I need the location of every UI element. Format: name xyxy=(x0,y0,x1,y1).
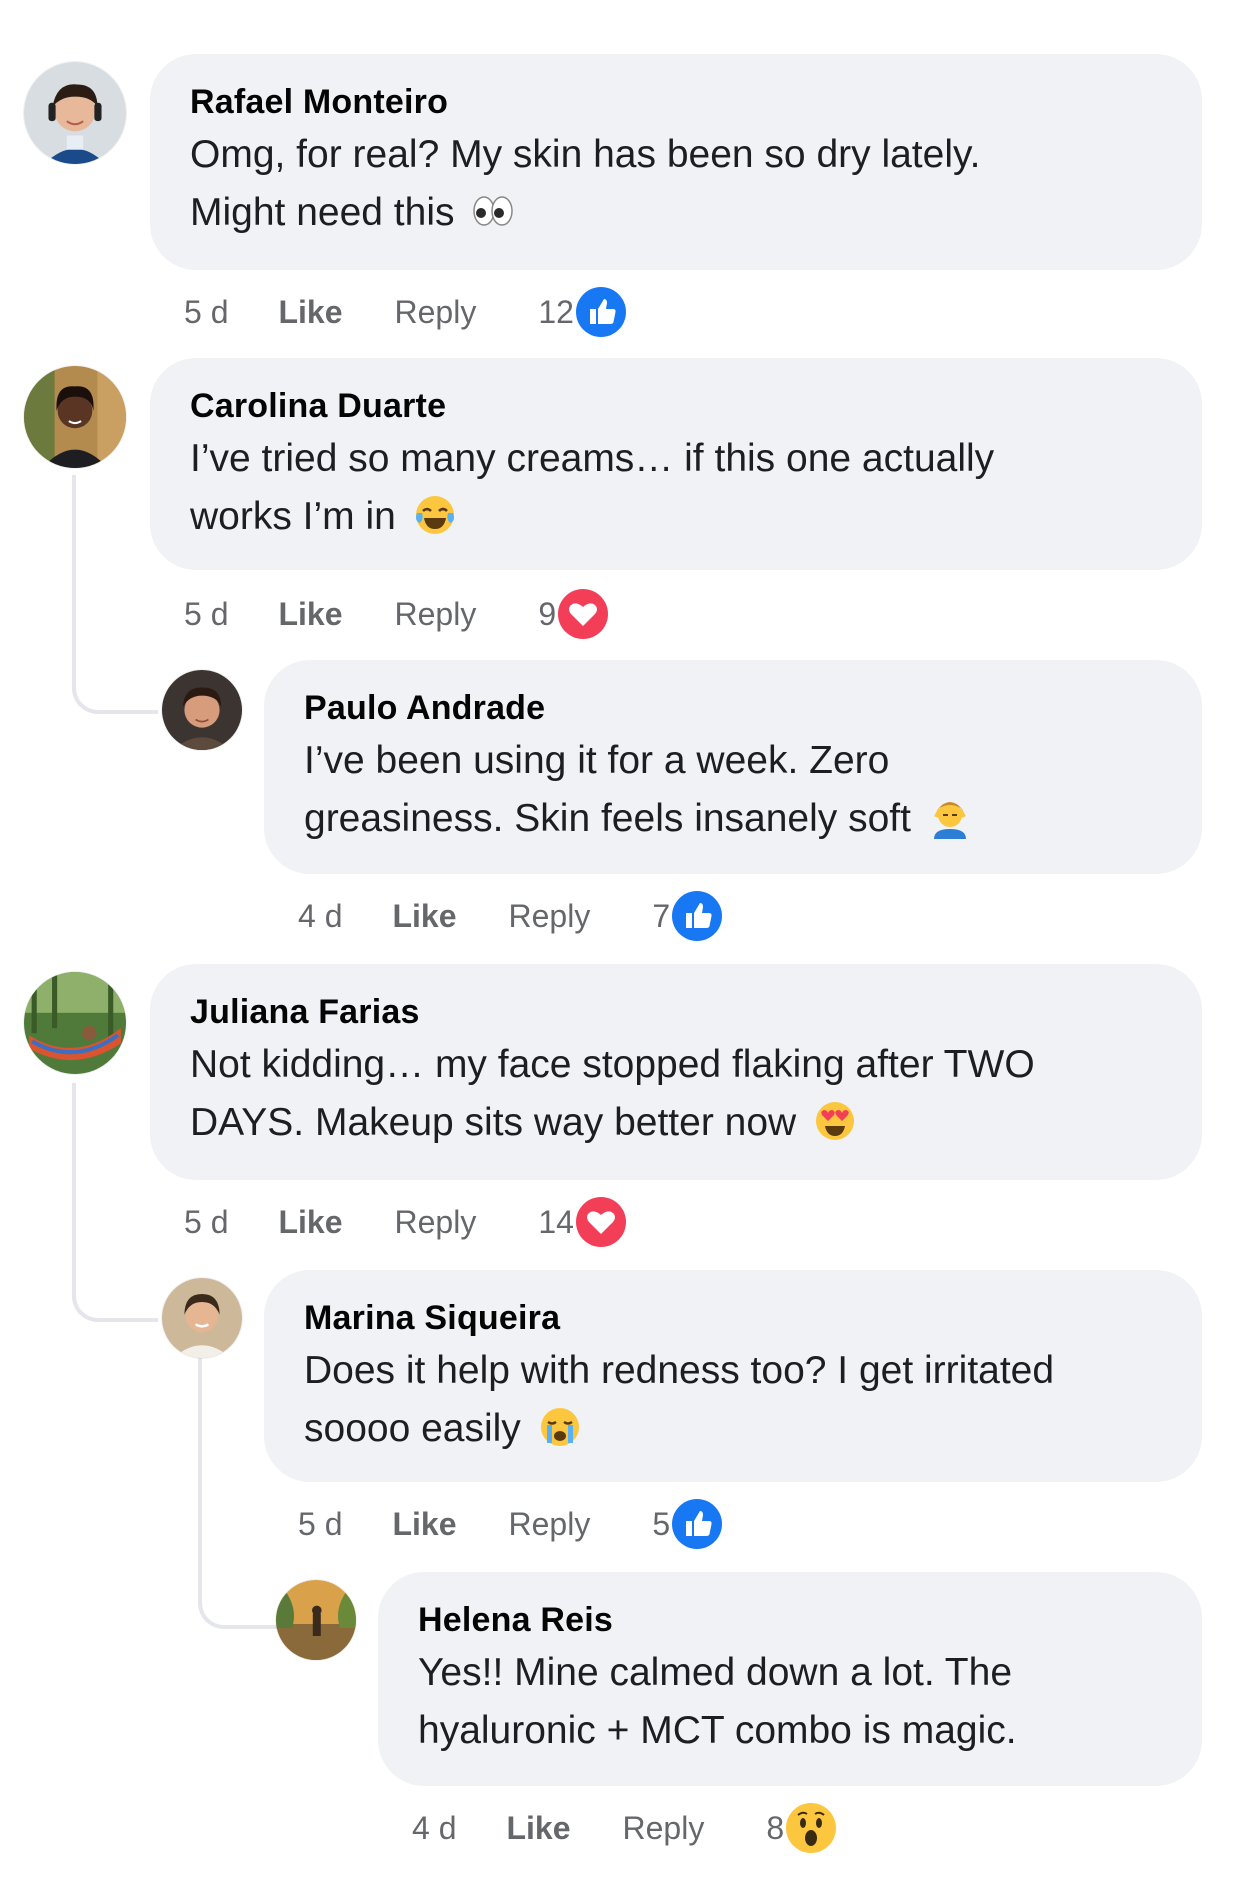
like-button[interactable]: Like xyxy=(278,294,342,331)
comment-actions: 5 d Like Reply 14 xyxy=(184,1192,626,1252)
like-reaction-icon[interactable] xyxy=(575,287,626,337)
author-name[interactable]: Marina Siqueira xyxy=(304,1298,1162,1338)
comment-text: I’ve tried so many creams… if this one a… xyxy=(190,430,1162,546)
tears-of-joy-emoji xyxy=(413,493,457,537)
like-reaction-icon[interactable] xyxy=(672,891,723,941)
author-name[interactable]: Helena Reis xyxy=(418,1600,1162,1640)
comment-text: Yes!! Mine calmed down a lot. The hyalur… xyxy=(418,1644,1162,1760)
reaction-count[interactable]: 14 xyxy=(538,1204,574,1241)
comment-bubble-rafael: Rafael Monteiro Omg, for real? My skin h… xyxy=(150,54,1202,270)
comment-text-line: Not kidding… my face stopped flaking aft… xyxy=(190,1043,1035,1086)
comment-text: I’ve been using it for a week. Zero grea… xyxy=(304,732,1162,848)
like-reaction-icon[interactable] xyxy=(672,1499,723,1549)
like-button[interactable]: Like xyxy=(278,1204,342,1241)
avatar-carolina[interactable] xyxy=(24,366,126,468)
reply-button[interactable]: Reply xyxy=(395,294,477,331)
like-button[interactable]: Like xyxy=(392,1506,456,1543)
author-name[interactable]: Rafael Monteiro xyxy=(190,82,1162,122)
reaction-count[interactable]: 7 xyxy=(652,898,670,935)
like-button[interactable]: Like xyxy=(392,898,456,935)
comment-text-line: I’ve been using it for a week. Zero xyxy=(304,739,890,782)
love-reaction-icon[interactable] xyxy=(558,589,609,639)
avatar-rafael[interactable] xyxy=(24,62,126,164)
comment-text-line: Might need this xyxy=(190,191,455,234)
comment-text-line: hyaluronic + MCT combo is magic. xyxy=(418,1709,1017,1752)
reaction-count[interactable]: 12 xyxy=(538,294,574,331)
comment-actions: 5 d Like Reply 12 xyxy=(184,282,626,342)
eyes-emoji xyxy=(471,189,515,233)
author-name[interactable]: Juliana Farias xyxy=(190,992,1162,1032)
comment-text: Not kidding… my face stopped flaking aft… xyxy=(190,1036,1162,1152)
timestamp[interactable]: 5 d xyxy=(184,294,228,331)
reply-button[interactable]: Reply xyxy=(509,1506,591,1543)
heart-eyes-emoji xyxy=(813,1099,857,1143)
avatar-paulo[interactable] xyxy=(162,670,242,750)
comment-text-line: Yes!! Mine calmed down a lot. The xyxy=(418,1651,1013,1694)
comment-bubble-helena: Helena Reis Yes!! Mine calmed down a lot… xyxy=(378,1572,1202,1786)
comment-text: Does it help with redness too? I get irr… xyxy=(304,1342,1162,1458)
timestamp[interactable]: 5 d xyxy=(184,1204,228,1241)
reply-button[interactable]: Reply xyxy=(623,1810,705,1847)
comment-bubble-carolina: Carolina Duarte I’ve tried so many cream… xyxy=(150,358,1202,570)
comment-text-line: works I’m in xyxy=(190,495,396,538)
avatar-marina[interactable] xyxy=(162,1278,242,1358)
reaction-count[interactable]: 8 xyxy=(766,1810,784,1847)
timestamp[interactable]: 4 d xyxy=(412,1810,456,1847)
reaction-count[interactable]: 5 xyxy=(652,1506,670,1543)
timestamp[interactable]: 5 d xyxy=(298,1506,342,1543)
comment-text-line: greasiness. Skin feels insanely soft xyxy=(304,797,911,840)
comment-actions: 4 d Like Reply 7 xyxy=(298,886,723,946)
comment-text-line: Does it help with redness too? I get irr… xyxy=(304,1349,1055,1392)
comment-text: Omg, for real? My skin has been so dry l… xyxy=(190,126,1162,242)
comment-text-line: Omg, for real? My skin has been so dry l… xyxy=(190,133,981,176)
comment-bubble-paulo: Paulo Andrade I’ve been using it for a w… xyxy=(264,660,1202,874)
wow-reaction-icon[interactable] xyxy=(786,1803,837,1853)
avatar-juliana[interactable] xyxy=(24,972,126,1074)
timestamp[interactable]: 4 d xyxy=(298,898,342,935)
love-reaction-icon[interactable] xyxy=(575,1197,626,1247)
comment-actions: 4 d Like Reply 8 xyxy=(412,1798,837,1858)
reply-button[interactable]: Reply xyxy=(395,1204,477,1241)
comment-bubble-juliana: Juliana Farias Not kidding… my face stop… xyxy=(150,964,1202,1180)
comment-actions: 5 d Like Reply 5 xyxy=(298,1494,723,1554)
reply-button[interactable]: Reply xyxy=(395,596,477,633)
thread-line-juliana xyxy=(72,1083,158,1322)
comment-text-line: soooo easily xyxy=(304,1407,521,1450)
author-name[interactable]: Paulo Andrade xyxy=(304,688,1162,728)
author-name[interactable]: Carolina Duarte xyxy=(190,386,1162,426)
comment-text-line: DAYS. Makeup sits way better now xyxy=(190,1101,797,1144)
crying-emoji xyxy=(538,1405,582,1449)
reaction-count[interactable]: 9 xyxy=(538,596,556,633)
like-button[interactable]: Like xyxy=(278,596,342,633)
comment-actions: 5 d Like Reply 9 xyxy=(184,584,609,644)
like-button[interactable]: Like xyxy=(506,1810,570,1847)
thread-line-carolina xyxy=(72,475,158,714)
reply-button[interactable]: Reply xyxy=(509,898,591,935)
face-massage-emoji xyxy=(928,795,972,839)
avatar-helena[interactable] xyxy=(276,1580,356,1660)
comment-bubble-marina: Marina Siqueira Does it help with rednes… xyxy=(264,1270,1202,1482)
comment-text-line: I’ve tried so many creams… if this one a… xyxy=(190,437,995,480)
timestamp[interactable]: 5 d xyxy=(184,596,228,633)
